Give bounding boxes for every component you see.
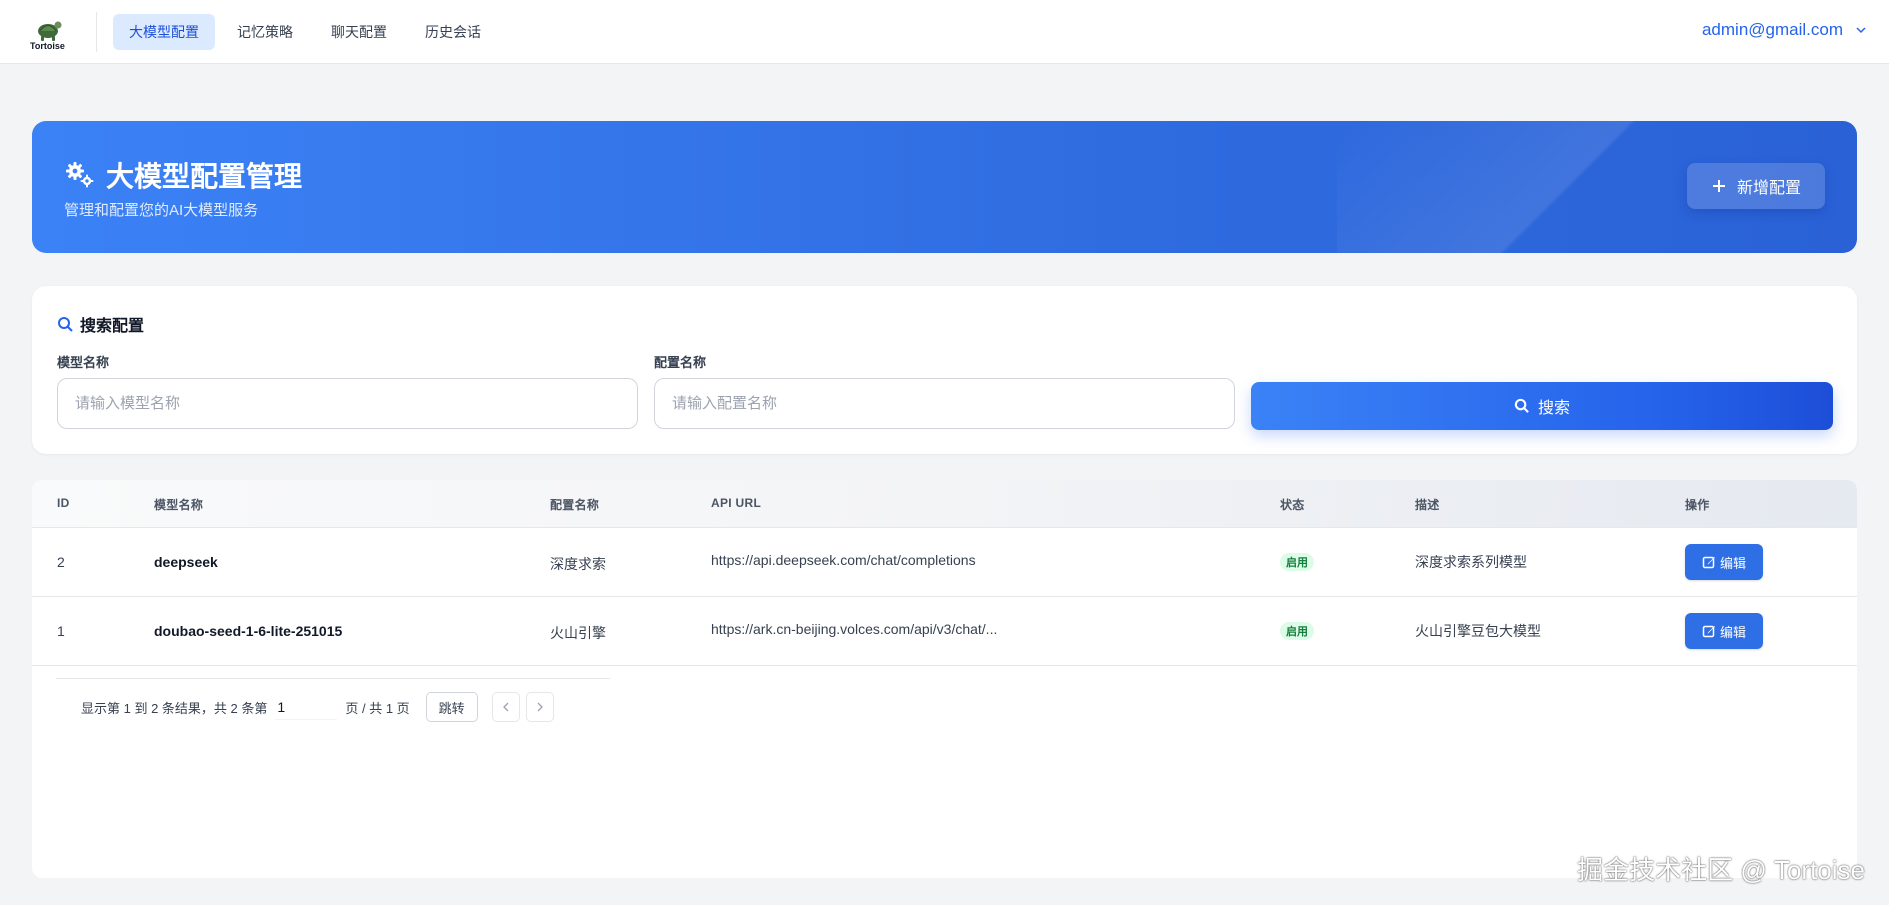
search-heading: 搜索配置 bbox=[57, 312, 144, 336]
status-badge: 启用 bbox=[1280, 553, 1314, 571]
nav-item-memory-strategy[interactable]: 记忆策略 bbox=[221, 14, 309, 50]
cell-description: 火山引擎豆包大模型 bbox=[1415, 623, 1541, 639]
edit-button-label: 编辑 bbox=[1719, 624, 1746, 640]
search-heading-text: 搜索配置 bbox=[80, 318, 145, 335]
watermark: 掘金技术社区 @ Tortoise bbox=[1577, 855, 1865, 885]
prev-page-button[interactable] bbox=[491, 692, 520, 722]
page-title-text: 大模型配置管理 bbox=[106, 161, 303, 192]
nav-divider bbox=[96, 12, 97, 52]
pagination-summary: 显示第 1 到 2 条结果，共 2 条第 bbox=[81, 700, 268, 716]
plus-icon bbox=[1712, 180, 1725, 192]
cell-model-name: doubao-seed-1-6-lite-251015 bbox=[154, 623, 343, 639]
cell-api-url: https://ark.cn-beijing.volces.com/api/v3… bbox=[711, 621, 998, 637]
column-header-api-url: API URL bbox=[711, 496, 762, 510]
search-icon bbox=[58, 316, 73, 332]
chevron-down-icon bbox=[1856, 27, 1866, 34]
cell-description: 深度求索系列模型 bbox=[1415, 554, 1527, 570]
page-number-input[interactable] bbox=[275, 694, 338, 720]
cell-config-name: 火山引擎 bbox=[550, 625, 606, 641]
column-header-actions: 操作 bbox=[1685, 498, 1710, 512]
model-name-label: 模型名称 bbox=[57, 355, 110, 370]
model-name-input[interactable] bbox=[57, 378, 638, 429]
page-subtitle: 管理和配置您的AI大模型服务 bbox=[64, 202, 259, 219]
nav-item-chat-config[interactable]: 聊天配置 bbox=[315, 14, 403, 50]
user-menu[interactable]: admin@gmail.com bbox=[1702, 20, 1867, 40]
cell-config-name: 深度求索 bbox=[550, 556, 606, 572]
pagination-total: 页 / 共 1 页 bbox=[345, 700, 410, 716]
column-header-status: 状态 bbox=[1280, 498, 1305, 512]
edit-icon bbox=[1702, 556, 1715, 569]
page-title: 大模型配置管理 bbox=[64, 155, 302, 195]
gears-icon bbox=[66, 162, 94, 188]
hero-banner: 大模型配置管理 管理和配置您的AI大模型服务 新增配置 bbox=[32, 121, 1857, 253]
add-config-button[interactable]: 新增配置 bbox=[1687, 163, 1825, 209]
config-table: ID 模型名称 配置名称 API URL 状态 描述 操作 2 deepseek… bbox=[32, 480, 1857, 878]
column-header-model-name: 模型名称 bbox=[154, 498, 204, 512]
search-panel: 搜索配置 模型名称 配置名称 搜索 bbox=[32, 286, 1857, 454]
edit-button-label: 编辑 bbox=[1719, 555, 1746, 571]
search-icon bbox=[1514, 398, 1529, 413]
pagination: 显示第 1 到 2 条结果，共 2 条第 页 / 共 1 页 跳转 bbox=[81, 692, 554, 722]
edit-icon bbox=[1702, 625, 1715, 638]
column-header-description: 描述 bbox=[1415, 498, 1440, 512]
main-nav: 大模型配置 记忆策略 聊天配置 历史会话 bbox=[113, 14, 497, 50]
cell-id: 1 bbox=[57, 623, 65, 639]
chevron-right-icon bbox=[537, 702, 543, 712]
cell-api-url: https://api.deepseek.com/chat/completion… bbox=[711, 552, 976, 568]
search-button[interactable]: 搜索 bbox=[1251, 382, 1833, 430]
top-navbar: Tortoise 大模型配置 记忆策略 聊天配置 历史会话 admin@gmai… bbox=[0, 0, 1889, 64]
chevron-left-icon bbox=[502, 702, 509, 712]
config-name-label: 配置名称 bbox=[654, 355, 707, 370]
status-badge: 启用 bbox=[1280, 622, 1314, 640]
cell-id: 2 bbox=[57, 554, 65, 570]
user-email: admin@gmail.com bbox=[1701, 20, 1843, 39]
edit-button[interactable]: 编辑 bbox=[1685, 544, 1763, 580]
jump-button[interactable]: 跳转 bbox=[425, 692, 478, 722]
table-row: 2 deepseek 深度求索 https://api.deepseek.com… bbox=[32, 528, 1857, 597]
column-header-config-name: 配置名称 bbox=[550, 498, 600, 512]
nav-item-history[interactable]: 历史会话 bbox=[409, 14, 497, 50]
search-button-label: 搜索 bbox=[1537, 400, 1570, 417]
pagination-divider bbox=[56, 678, 610, 679]
edit-button[interactable]: 编辑 bbox=[1685, 613, 1763, 649]
cell-model-name: deepseek bbox=[154, 554, 218, 570]
logo-text: Tortoise bbox=[30, 41, 65, 51]
table-header: ID 模型名称 配置名称 API URL 状态 描述 操作 bbox=[32, 480, 1857, 528]
table-row: 1 doubao-seed-1-6-lite-251015 火山引擎 https… bbox=[32, 597, 1857, 666]
add-config-label: 新增配置 bbox=[1736, 180, 1801, 197]
column-header-id: ID bbox=[57, 496, 70, 510]
config-name-input[interactable] bbox=[654, 378, 1235, 429]
next-page-button[interactable] bbox=[525, 692, 554, 722]
nav-item-llm-config[interactable]: 大模型配置 bbox=[113, 14, 215, 50]
